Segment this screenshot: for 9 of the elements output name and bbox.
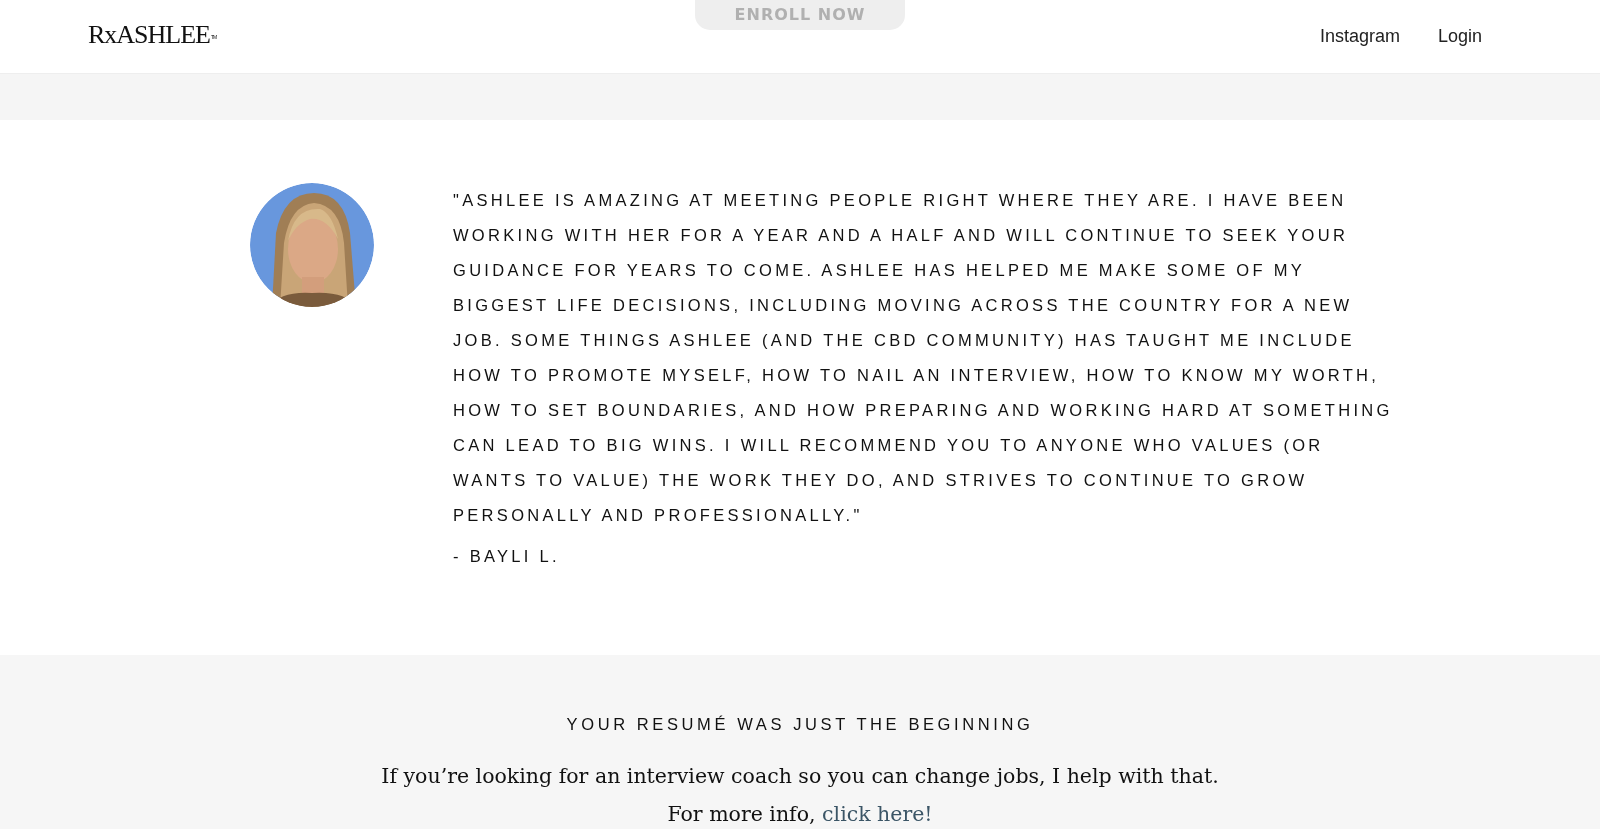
testimonial-quote: "ASHLEE IS AMAZING AT MEETING PEOPLE RIGHT WHERE THEY ARE. I HAVE BEEN WORKING WITH HER FOR A YEAR AND A HALF AND WILL CONTINUE TO SEEK YOUR GUIDANCE FOR YEARS TO COME. ASHLEE HAS HELPED ME MAKE SOME OF MY BIGGEST LIFE DECISIONS, INCLUDING MOVING ACROSS THE COUNTRY FOR A NEW JOB. SOME THINGS ASHLEE (AND THE CBD COMMUNITY) HAS TAUGHT ME INCLUDE HOW TO PROMOTE MYSELF, HOW TO NAIL AN INTERVIEW, HOW TO KNOW MY WORTH, HOW TO SET BOUNDARIES, AND HOW PREPARING AND WORKING HARD AT SOMETHING CAN LEAD TO BIG WINS. I WILL RECOMMEND YOU TO ANYONE WHO VALUES (OR WANTS TO VALUE) THE WORK THEY DO, AND STRIVES TO CONTINUE TO GROW PERSONALLY AND PROFESSIONALLY." [453,190,1394,526]
nav-link[interactable]: Login [1437,26,1482,47]
logo[interactable]: RxASHLEE$^{TM}$ [88,19,217,50]
cta-text: If you’re looking for an interview coach so you can change jobs, I help with that. [380,764,1220,788]
testimonial-author: - BAYLI L. [453,547,561,566]
nav-link[interactable]: Instagram [1319,26,1400,47]
more-info-text: For more info, click here! [666,802,934,826]
cta-heading: YOUR RESUMÉ WAS JUST THE BEGINNING [565,715,1035,734]
click-here-link[interactable]: click here! [822,802,933,826]
